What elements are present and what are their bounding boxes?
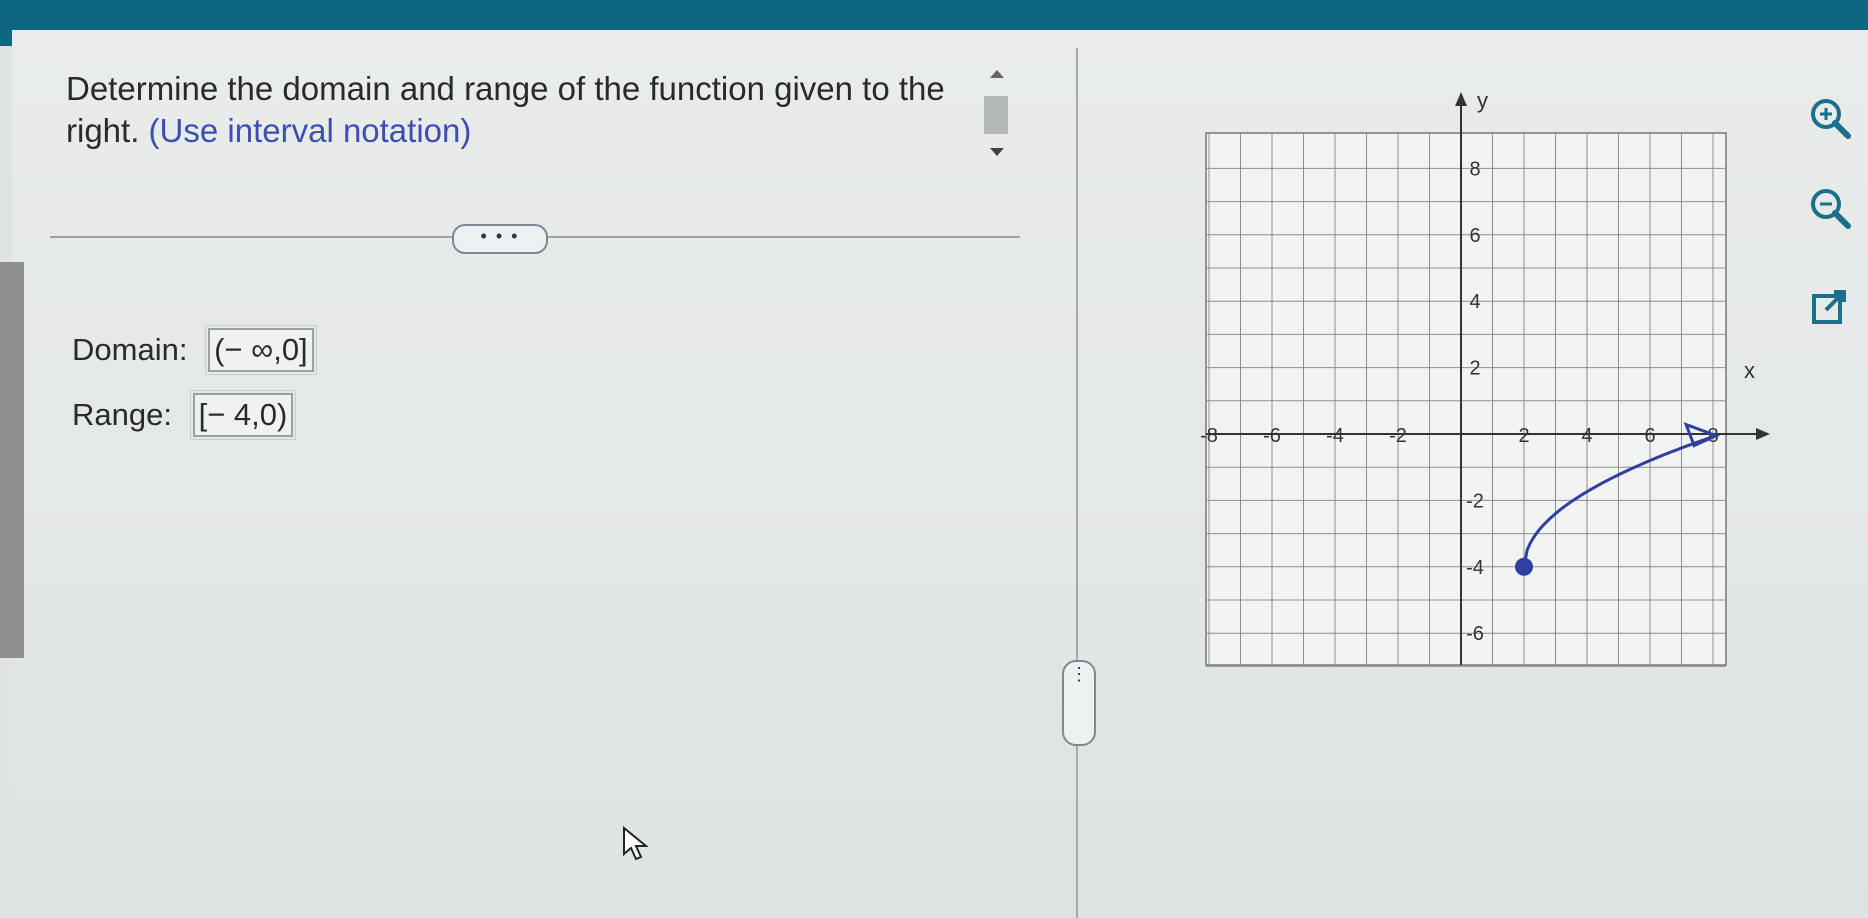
zoom-in-icon[interactable]: [1806, 94, 1854, 142]
pane-resize-handle[interactable]: ⋮: [1062, 660, 1096, 746]
y-axis-arrow: [1455, 92, 1467, 106]
graph-background: [1205, 132, 1727, 666]
zoom-out-icon[interactable]: [1806, 184, 1854, 232]
range-row: Range: [− 4,0): [72, 390, 297, 440]
x-tick-label: 6: [1644, 425, 1655, 447]
x-tick-label: 4: [1581, 425, 1592, 447]
scroll-up-arrow[interactable]: [990, 70, 1004, 78]
domain-label: Domain:: [72, 332, 188, 367]
y-axis-label: y: [1477, 88, 1488, 113]
left-edge-bar: [0, 262, 24, 658]
domain-answer-box[interactable]: (− ∞,0]: [205, 325, 317, 375]
x-tick-label: 2: [1518, 425, 1529, 447]
x-tick-label: -6: [1263, 425, 1281, 447]
domain-row: Domain: (− ∞,0]: [72, 325, 317, 375]
x-tick-label: -8: [1200, 425, 1218, 447]
function-graph: x y -8-6-4-224688642-2-4-6-8: [1200, 88, 1770, 667]
open-external-icon[interactable]: [1806, 284, 1854, 332]
x-axis-arrow: [1756, 428, 1770, 440]
x-tick-label: -4: [1326, 425, 1344, 447]
pane-divider: [1076, 48, 1078, 918]
y-tick-label: 6: [1469, 225, 1480, 247]
y-tick-label: 2: [1469, 358, 1480, 380]
y-tick-label: 8: [1469, 158, 1480, 180]
question-text: Determine the domain and range of the fu…: [66, 68, 966, 152]
y-tick-label: -4: [1466, 557, 1484, 579]
x-axis-label: x: [1744, 358, 1755, 383]
y-tick-label: -2: [1466, 490, 1484, 512]
expand-more-button[interactable]: • • •: [452, 224, 548, 254]
curve-start-point: [1515, 557, 1533, 576]
scroll-thumb[interactable]: [984, 96, 1008, 134]
scroll-down-arrow[interactable]: [990, 148, 1004, 156]
mouse-pointer-icon: [623, 826, 649, 861]
range-label: Range:: [72, 397, 172, 432]
x-tick-label: -2: [1389, 425, 1407, 447]
question-hint: (Use interval notation): [148, 112, 472, 149]
range-answer-box[interactable]: [− 4,0): [189, 390, 297, 440]
y-tick-label: -6: [1466, 623, 1484, 645]
y-tick-label: 4: [1469, 291, 1480, 313]
